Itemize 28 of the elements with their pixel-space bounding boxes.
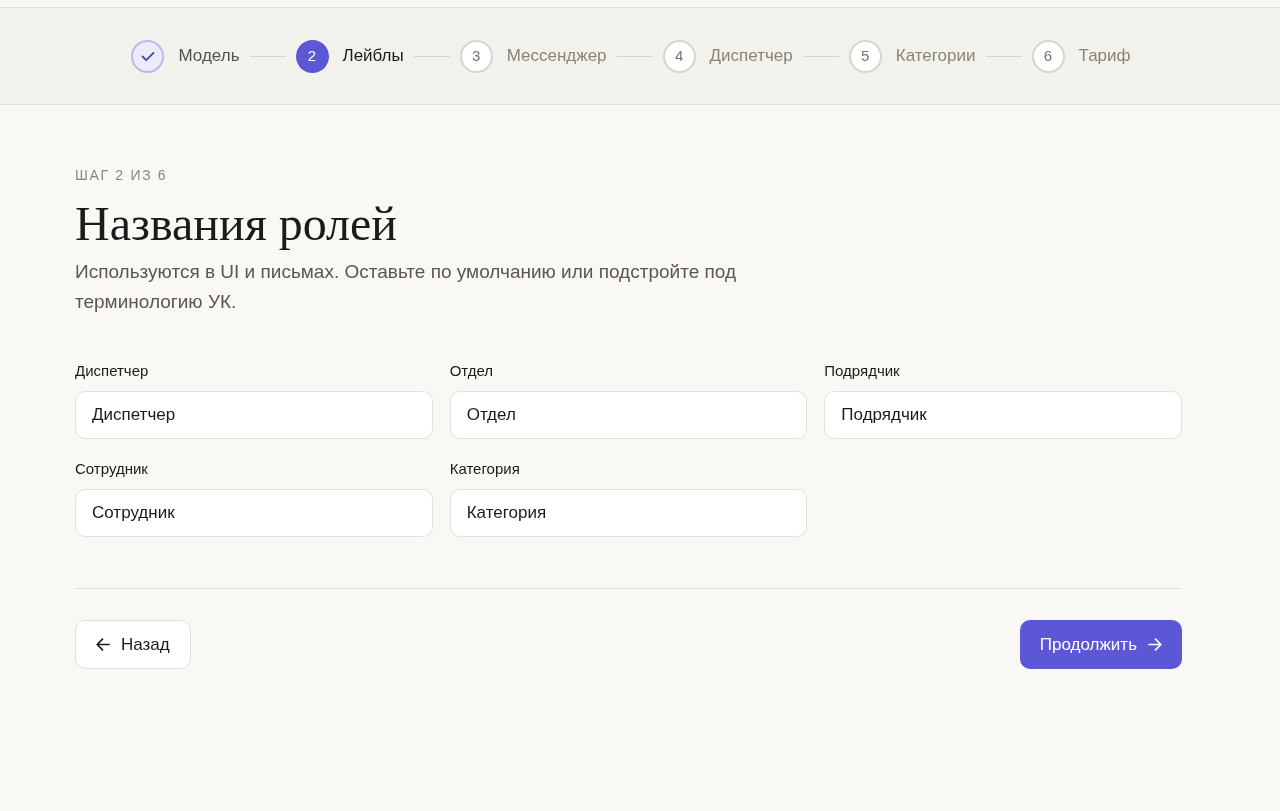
text-input[interactable]: Отдел <box>449 391 808 439</box>
field-label: Подрядчик <box>824 361 901 381</box>
step-label: Модель <box>178 45 240 68</box>
page-description: Используются в UI и письмах. Оставьте по умолчанию или подстройте под терминологию УК. <box>75 260 737 314</box>
arrow-right-icon <box>1148 638 1162 651</box>
field-label: Сотрудник <box>75 459 149 479</box>
step-number: 6 <box>1031 39 1065 73</box>
page-title: Названия ролей <box>75 196 399 252</box>
text-input[interactable]: Категория <box>449 489 808 537</box>
step-label: Тариф <box>1078 45 1131 68</box>
step-label: Лейблы <box>342 45 404 68</box>
step-number: 4 <box>662 39 696 73</box>
field-label: Отдел <box>449 361 495 381</box>
step-number: 3 <box>459 39 493 73</box>
step-label: Мессенджер <box>506 45 607 68</box>
text-input[interactable]: Сотрудник <box>75 489 433 537</box>
step-number: 5 <box>848 39 882 73</box>
field-label: Диспетчер <box>75 361 150 381</box>
continue-button[interactable]: Продолжить <box>1019 620 1182 669</box>
text-input[interactable]: Диспетчер <box>75 391 433 439</box>
step-label: Диспетчер <box>709 45 793 68</box>
step-counter: ШАГ 2 ИЗ 6 <box>75 166 169 185</box>
text-input[interactable]: Подрядчик <box>824 391 1182 439</box>
field-label: Категория <box>449 459 521 479</box>
step-label: Категории <box>895 45 976 68</box>
step-number: 2 <box>295 39 329 73</box>
back-button[interactable]: Назад <box>75 620 191 669</box>
arrow-left-icon <box>96 638 110 651</box>
